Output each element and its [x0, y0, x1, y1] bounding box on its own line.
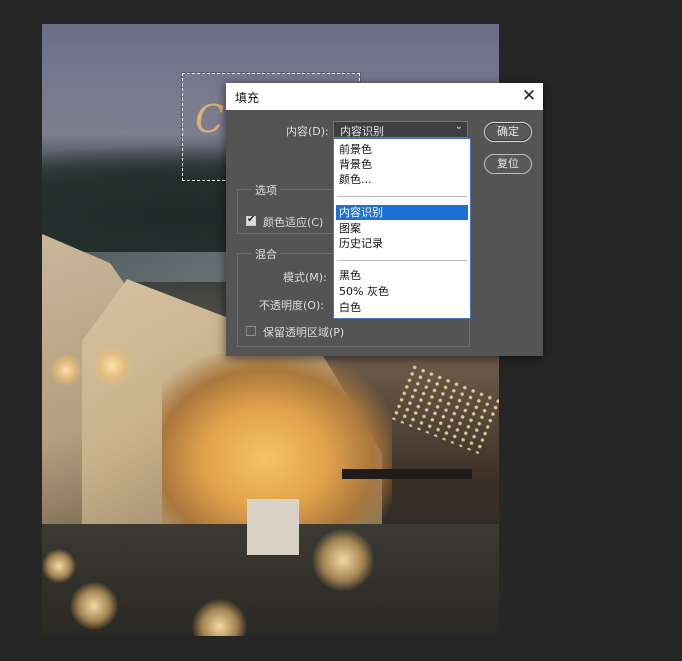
dropdown-item-pattern[interactable]: 图案	[336, 221, 468, 236]
chevron-down-icon: ⌄	[454, 121, 463, 132]
dropdown-item-foreground[interactable]: 前景色	[336, 142, 468, 157]
content-select[interactable]: 内容识别 ⌄	[333, 121, 468, 138]
dropdown-item-history[interactable]: 历史记录	[336, 236, 468, 251]
bokeh-light	[92, 346, 132, 386]
blend-group-title: 混合	[252, 246, 280, 262]
bokeh-light	[42, 549, 76, 583]
bokeh-light	[50, 354, 82, 386]
content-select-value: 内容识别	[340, 125, 384, 138]
dropdown-separator	[337, 196, 467, 197]
dialog-title: 填充	[235, 91, 260, 105]
dropdown-item-content-aware[interactable]: 内容识别	[336, 205, 468, 220]
preserve-transparency-checkbox[interactable]	[246, 326, 256, 336]
reset-button[interactable]: 复位	[484, 154, 532, 174]
check-icon: ✔	[247, 214, 256, 225]
close-icon[interactable]: ✕	[520, 86, 538, 106]
cooler-box	[247, 499, 299, 555]
dropdown-item-black[interactable]: 黑色	[336, 268, 468, 283]
dropdown-item-gray[interactable]: 50% 灰色	[336, 284, 468, 299]
color-adapt-checkbox[interactable]: ✔	[246, 214, 256, 226]
camp-table	[342, 469, 472, 479]
mode-label: 模式(M):	[283, 271, 327, 284]
bokeh-light	[70, 582, 118, 630]
ok-button[interactable]: 确定	[484, 122, 532, 142]
string-lights	[389, 362, 499, 456]
preserve-transparency-label: 保留透明区域(P)	[263, 326, 345, 339]
opacity-label: 不透明度(O):	[259, 299, 324, 312]
dropdown-separator	[337, 260, 467, 261]
options-group-title: 选项	[252, 182, 280, 198]
dropdown-item-white[interactable]: 白色	[336, 300, 468, 315]
color-adapt-label: 颜色适应(C)	[263, 216, 324, 229]
dropdown-item-background[interactable]: 背景色	[336, 157, 468, 172]
content-label: 内容(D):	[286, 125, 329, 138]
dropdown-item-color[interactable]: 颜色...	[336, 172, 468, 187]
content-dropdown-list: 前景色 背景色 颜色... 内容识别 图案 历史记录 黑色 50% 灰色 白色	[333, 138, 471, 319]
bokeh-light	[312, 529, 374, 591]
dialog-titlebar[interactable]: 填充 ✕	[226, 83, 543, 110]
